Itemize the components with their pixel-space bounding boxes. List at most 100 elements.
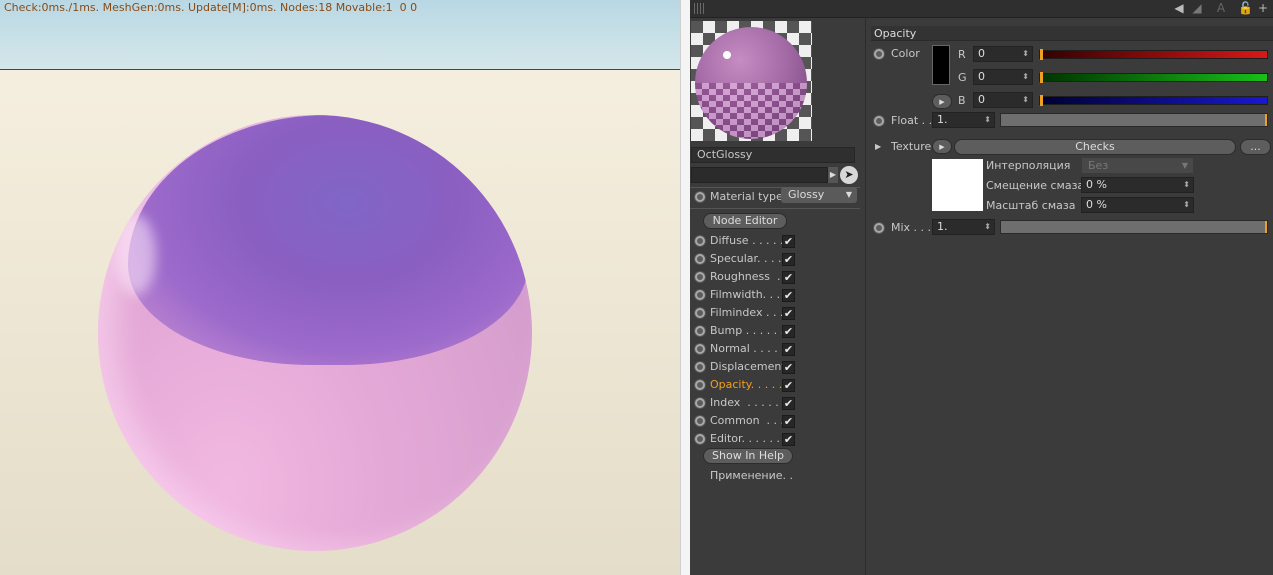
more-button[interactable]: ... — [1240, 139, 1271, 155]
channel-checkbox[interactable]: ✔ — [782, 343, 795, 356]
material-name-field[interactable]: OctGlossy — [691, 147, 855, 163]
render-viewport[interactable]: Check:0ms./1ms. MeshGen:0ms. Update[M]:0… — [0, 0, 680, 575]
spinner-icon[interactable]: ⬍ — [1183, 198, 1190, 212]
spinner-icon[interactable]: ⬍ — [984, 220, 991, 234]
channel-radio[interactable] — [694, 253, 706, 265]
slider-handle[interactable] — [1040, 95, 1043, 106]
float-value: 1. — [937, 113, 948, 126]
g-value: 0 — [978, 70, 985, 83]
spinner-icon[interactable]: ⬍ — [1022, 70, 1029, 84]
texture-play-button[interactable]: ▶ — [932, 139, 952, 154]
channel-checkbox[interactable]: ✔ — [782, 397, 795, 410]
g-slider[interactable] — [1039, 72, 1268, 83]
mix-slider[interactable] — [1000, 220, 1268, 234]
b-field[interactable]: 0 ⬍ — [973, 92, 1033, 108]
blur-scale-value: 0 % — [1086, 198, 1107, 211]
r-slider[interactable] — [1039, 49, 1268, 60]
interpolation-dropdown[interactable]: Без ▼ — [1082, 158, 1193, 173]
channel-radio[interactable] — [694, 289, 706, 301]
attribute-manager: ◀ ◢ A 🔓 + OctGlossy ▶ ➤ Material type Gl… — [690, 0, 1273, 575]
channel-checkbox[interactable]: ✔ — [782, 307, 795, 320]
slider-handle[interactable] — [1265, 114, 1267, 126]
material-preview[interactable] — [691, 21, 812, 141]
channel-radio[interactable] — [694, 325, 706, 337]
spinner-icon[interactable]: ⬍ — [1022, 93, 1029, 107]
channel-checkbox[interactable]: ✔ — [782, 271, 795, 284]
channel-label[interactable]: Specular. . . . — [710, 252, 782, 266]
sphere-highlight — [116, 215, 156, 295]
panel-divider[interactable] — [680, 0, 690, 575]
channel-label[interactable]: Index . . . . . — [710, 396, 779, 410]
channel-radio[interactable] — [694, 433, 706, 445]
channel-label[interactable]: Opacity. . . . . — [710, 378, 782, 392]
color-swatch[interactable] — [932, 45, 950, 85]
b-slider[interactable] — [1039, 95, 1268, 106]
spinner-icon[interactable]: ⬍ — [1022, 47, 1029, 61]
channel-checkbox[interactable]: ✔ — [782, 379, 795, 392]
float-radio[interactable] — [873, 115, 885, 127]
channel-label[interactable]: Common . . . — [710, 414, 784, 428]
g-label: G — [958, 71, 967, 84]
channel-radio[interactable] — [694, 379, 706, 391]
node-editor-button[interactable]: Node Editor — [703, 213, 787, 229]
mix-field[interactable]: 1. ⬍ — [932, 219, 995, 235]
up-arrow-icon[interactable]: A — [1214, 1, 1228, 16]
float-field[interactable]: 1. ⬍ — [932, 112, 995, 128]
channel-label[interactable]: Editor. . . . . . — [710, 432, 780, 446]
grip-icon[interactable] — [694, 3, 706, 14]
spinner-icon[interactable]: ⬍ — [984, 113, 991, 127]
chevron-down-icon: ▼ — [845, 190, 852, 199]
layer-field[interactable] — [691, 167, 828, 183]
lock-icon[interactable]: 🔓 — [1238, 1, 1253, 16]
texture-expand-icon[interactable]: ▶ — [875, 140, 881, 154]
channel-radio[interactable] — [694, 397, 706, 409]
channel-radio[interactable] — [694, 361, 706, 373]
channel-radio[interactable] — [694, 343, 706, 355]
back-arrow-icon[interactable]: ◀ — [1172, 1, 1186, 16]
channel-label[interactable]: Diffuse . . . . . — [710, 234, 784, 248]
channel-checkbox[interactable]: ✔ — [782, 325, 795, 338]
material-type-label: Material type — [710, 190, 783, 203]
channel-radio[interactable] — [694, 235, 706, 247]
float-slider[interactable] — [1000, 113, 1268, 127]
channel-checkbox[interactable]: ✔ — [782, 361, 795, 374]
spinner-icon[interactable]: ⬍ — [1183, 178, 1190, 192]
channel-checkbox[interactable]: ✔ — [782, 433, 795, 446]
show-in-help-button[interactable]: Show In Help — [703, 448, 793, 464]
material-type-radio[interactable] — [694, 191, 706, 203]
slider-handle[interactable] — [1265, 221, 1267, 233]
b-expand-button[interactable]: ▶ — [932, 94, 952, 109]
blur-scale-field[interactable]: 0 % ⬍ — [1081, 197, 1194, 213]
mix-radio[interactable] — [873, 222, 885, 234]
channel-checkbox[interactable]: ✔ — [782, 235, 795, 248]
slider-handle[interactable] — [1040, 49, 1043, 60]
r-field[interactable]: 0 ⬍ — [973, 46, 1033, 62]
divider — [690, 208, 860, 209]
channel-label[interactable]: Normal . . . . . — [710, 342, 785, 356]
add-icon[interactable]: + — [1256, 1, 1270, 16]
blur-offset-field[interactable]: 0 % ⬍ — [1081, 177, 1194, 193]
channel-radio[interactable] — [694, 415, 706, 427]
channel-label[interactable]: Bump . . . . . . — [710, 324, 784, 338]
channel-label[interactable]: Filmindex . . . — [710, 306, 783, 320]
texture-name-button[interactable]: Checks — [954, 139, 1236, 155]
channel-radio[interactable] — [694, 271, 706, 283]
channel-label[interactable]: Displacement — [710, 360, 786, 374]
material-type-dropdown[interactable]: Glossy ▼ — [781, 187, 857, 203]
g-field[interactable]: 0 ⬍ — [973, 69, 1033, 85]
channel-label[interactable]: Filmwidth. . . — [710, 288, 780, 302]
b-value: 0 — [978, 93, 985, 106]
layer-arrow-button[interactable]: ▶ — [828, 167, 838, 183]
color-radio[interactable] — [873, 48, 885, 60]
channel-radio[interactable] — [694, 307, 706, 319]
preview-specular — [723, 51, 731, 59]
channel-checkbox[interactable]: ✔ — [782, 289, 795, 302]
mix-value: 1. — [937, 220, 948, 233]
channel-checkbox[interactable]: ✔ — [782, 253, 795, 266]
pick-cursor-icon[interactable]: ➤ — [840, 166, 858, 184]
channel-label[interactable]: Roughness . — [710, 270, 781, 284]
channel-checkbox[interactable]: ✔ — [782, 415, 795, 428]
color-label: Color — [891, 47, 920, 60]
forward-arrow-icon[interactable]: ◢ — [1190, 1, 1204, 16]
slider-handle[interactable] — [1040, 72, 1043, 83]
